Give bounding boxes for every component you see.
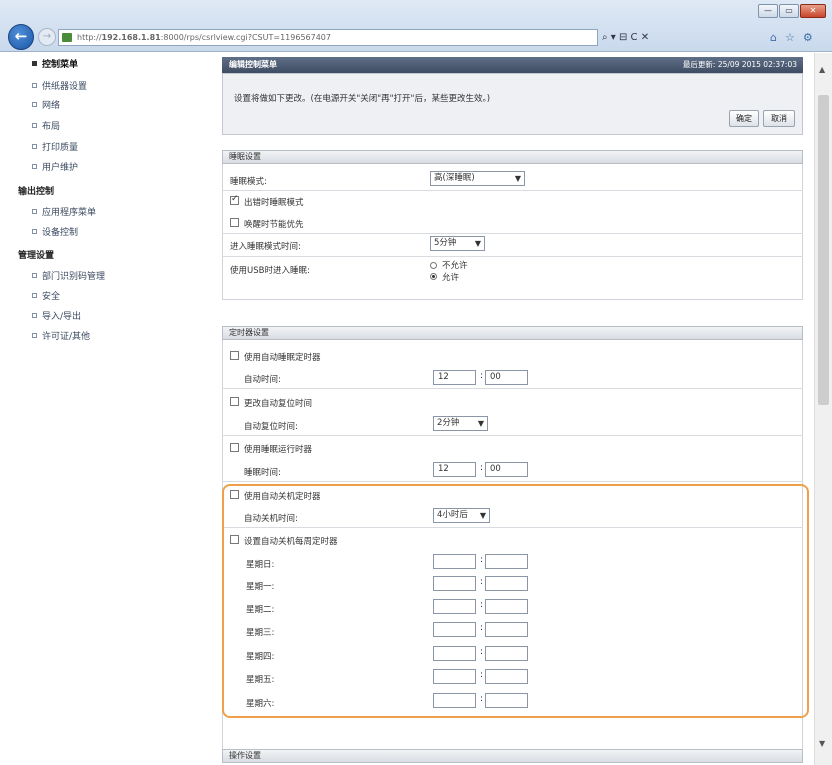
auto-reset-checkbox[interactable] (230, 397, 239, 406)
divider (222, 256, 803, 257)
url-rest: :8000/rps/csrlview.cgi?CSUT=1196567407 (160, 33, 331, 42)
auto-reset-check-label: 更改自动复位时间 (244, 399, 313, 409)
page-title: 编辑控制菜单 (229, 60, 277, 69)
usb-allow-label: 允许 (442, 273, 460, 283)
sidebar-group-output: 输出控制 (18, 187, 55, 197)
sleep-section-heading: 睡眠设置 (222, 150, 803, 164)
favorites-icon[interactable]: ☆ (785, 29, 795, 46)
sidebar-item-print-quality[interactable]: 打印质量 (32, 140, 78, 153)
home-icon[interactable]: ⌂ (770, 29, 777, 46)
sidebar-item-app-menu[interactable]: 应用程序菜单 (32, 205, 96, 218)
wake-minute-input[interactable]: 00 (485, 462, 528, 477)
page-title-bar: 编辑控制菜单 最后更新: 25/09 2015 02:37:03 (222, 57, 803, 73)
sidebar-item-device-control[interactable]: 设备控制 (32, 225, 78, 238)
enter-sleep-select[interactable]: 5分钟 ▼ (430, 236, 485, 251)
divider (222, 388, 803, 389)
address-tools[interactable]: ⌕ ▾ ⊟ C ✕ (602, 29, 649, 46)
browser-tools: ⌂ ☆ ⚙ (770, 29, 813, 46)
sidebar-item-feeder[interactable]: 供纸器设置 (32, 79, 87, 92)
auto-reset-select[interactable]: 2分钟 ▼ (433, 416, 488, 431)
sidebar-item-network[interactable]: 网络 (32, 98, 60, 111)
time-colon: : (480, 463, 484, 473)
sidebar-group-management: 管理设置 (18, 251, 55, 261)
usb-disallow-label: 不允许 (442, 261, 468, 271)
sleep-mode-label: 睡眠模式: (230, 177, 267, 187)
sidebar-item-license[interactable]: 许可证/其他 (32, 329, 90, 342)
sidebar-item-control-menu[interactable]: 控制菜单 (32, 57, 78, 70)
url-host: 192.168.1.81 (101, 33, 161, 42)
notice-text: 设置将做如下更改。(在电源开关"关闭"再"打开"后，某些更改生效。) (234, 94, 491, 104)
cancel-button[interactable]: 取消 (763, 110, 795, 127)
divider (222, 481, 803, 482)
ok-button[interactable]: 确定 (729, 110, 759, 127)
auto-sleep-timer-checkbox[interactable] (230, 351, 239, 360)
wake-timer-check-label: 使用睡眠运行时器 (244, 445, 313, 455)
wake-time-label: 睡眠时间: (244, 468, 281, 478)
wake-timer-checkbox[interactable] (230, 443, 239, 452)
wake-hour-input[interactable]: 12 (433, 462, 476, 477)
window-controls: — ▭ ✕ (758, 4, 826, 18)
time-colon: : (480, 371, 484, 381)
notice-box: 设置将做如下更改。(在电源开关"关闭"再"打开"后，某些更改生效。) 确定 取消 (222, 73, 803, 135)
sidebar-item-layout[interactable]: 布局 (32, 119, 60, 132)
sidebar-item-user-maintenance[interactable]: 用户维护 (32, 160, 78, 173)
auto-sleep-time-label: 自动时间: (244, 375, 281, 385)
scroll-thumb[interactable] (818, 95, 829, 405)
forward-button[interactable]: → (38, 28, 56, 46)
divider (222, 435, 803, 436)
address-bar[interactable]: http://192.168.1.81:8000/rps/csrlview.cg… (58, 29, 598, 46)
sidebar-item-import-export[interactable]: 导入/导出 (32, 309, 81, 322)
maximize-button[interactable]: ▭ (779, 4, 799, 18)
divider (222, 233, 803, 234)
quick-wake-label: 唤醒时节能优先 (244, 220, 304, 230)
vertical-scrollbar[interactable]: ▲ ▼ (814, 53, 832, 765)
settings-icon[interactable]: ⚙ (803, 29, 813, 46)
usb-sleep-label: 使用USB时进入睡眠: (230, 266, 310, 276)
auto-sleep-timer-label: 使用自动睡眠定时器 (244, 353, 321, 363)
auto-sleep-minute-input[interactable]: 00 (485, 370, 528, 385)
exit-sleep-checkbox[interactable] (230, 194, 239, 205)
usb-disallow-radio[interactable] (430, 262, 437, 269)
sidebar-item-security[interactable]: 安全 (32, 289, 60, 302)
operation-section-heading: 操作设置 (222, 749, 803, 763)
site-icon (62, 33, 72, 42)
browser-toolbar: — ▭ ✕ ← → http://192.168.1.81:8000/rps/c… (0, 0, 832, 52)
highlight-frame (222, 484, 809, 718)
auto-reset-time-label: 自动复位时间: (244, 422, 298, 432)
close-button[interactable]: ✕ (800, 4, 826, 18)
exit-sleep-label: 出错时睡眠模式 (244, 198, 304, 208)
enter-sleep-label: 进入睡眠模式时间: (230, 242, 301, 252)
quick-wake-checkbox[interactable] (230, 218, 239, 227)
usb-allow-radio[interactable] (430, 273, 437, 280)
scroll-up-icon[interactable]: ▲ (819, 65, 825, 74)
minimize-button[interactable]: — (758, 4, 778, 18)
timer-section-heading: 定时器设置 (222, 326, 803, 340)
sleep-mode-select[interactable]: 高(深睡眠) ▼ (430, 171, 525, 186)
sidebar-item-dept-id[interactable]: 部门识别码管理 (32, 269, 105, 282)
last-updated: 最后更新: 25/09 2015 02:37:03 (682, 60, 797, 69)
auto-sleep-hour-input[interactable]: 12 (433, 370, 476, 385)
url-prefix: http:// (77, 33, 102, 42)
back-button[interactable]: ← (8, 24, 34, 50)
scroll-down-icon[interactable]: ▼ (819, 739, 825, 748)
divider (222, 190, 803, 191)
sidebar: 控制菜单 供纸器设置 网络 布局 打印质量 用户维护 输出控制 应用程序菜单 设… (0, 53, 208, 765)
